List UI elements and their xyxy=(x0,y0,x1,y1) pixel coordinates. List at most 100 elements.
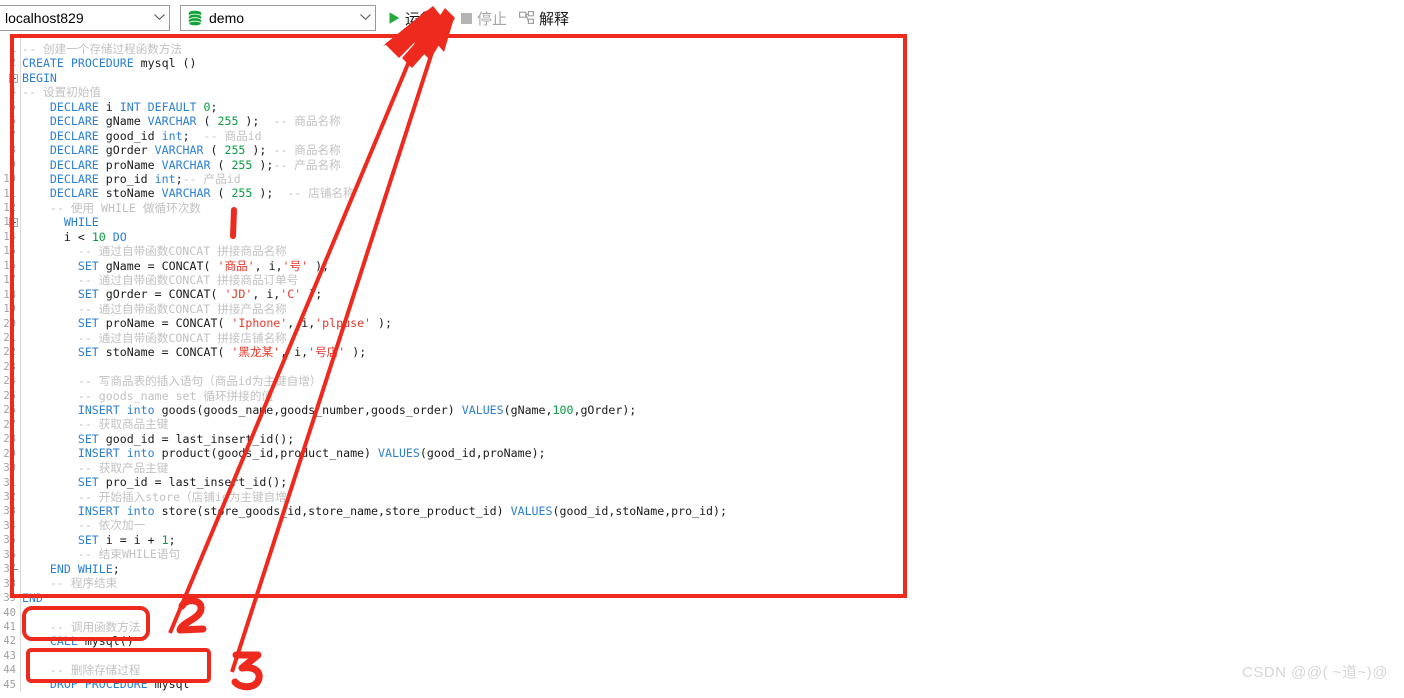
code-line: DECLARE i INT DEFAULT 0; xyxy=(22,100,1404,114)
code-token-cmt: -- 程序结束 xyxy=(49,576,118,591)
database-select[interactable]: demo xyxy=(180,5,376,31)
code-token-id: , i, xyxy=(287,316,316,331)
code-token-id: ); xyxy=(245,143,274,158)
code-token-kw: VARCHAR xyxy=(147,114,197,129)
code-token-cmt: -- 结束WHILE语句 xyxy=(77,547,181,562)
code-token-cmt: -- 产品名称 xyxy=(273,157,341,172)
code-token-kw: int xyxy=(161,128,183,143)
code-line: WHILE xyxy=(22,215,1404,229)
code-line: -- 调用函数方法 xyxy=(22,620,1404,634)
code-line: CREATE PROCEDURE mysql () xyxy=(22,56,1404,70)
chevron-down-icon xyxy=(149,6,169,30)
fold-toggle-icon[interactable] xyxy=(9,73,18,83)
explain-button[interactable]: 解释 xyxy=(517,4,571,32)
code-token-id: stoName = CONCAT( xyxy=(98,345,232,360)
code-token-kw: WHILE xyxy=(63,215,99,230)
line-number: 15 xyxy=(3,245,16,258)
line-number: 38 xyxy=(3,577,16,590)
code-token-id: ( xyxy=(203,143,225,158)
code-token-id: ; xyxy=(175,171,183,186)
code-token-id: ,gOrder); xyxy=(573,402,637,417)
code-token-id: mysql xyxy=(147,677,190,692)
run-dropdown-toggle[interactable] xyxy=(442,13,451,23)
code-line: END WHILE; xyxy=(22,562,1404,576)
code-token-cmt: -- 通过自带函数CONCAT 拼接商品名称 xyxy=(77,244,287,259)
code-line: -- 通过自带函数CONCAT 拼接商品名称 xyxy=(22,244,1404,258)
line-number: 10 xyxy=(3,173,16,186)
code-line: -- 开始插入store（店铺id为主键自增） xyxy=(22,490,1404,504)
code-token-cmt: -- 设置初始值 xyxy=(22,85,101,100)
code-token-id: gOrder = CONCAT( xyxy=(98,287,225,302)
code-token-id: , i, xyxy=(252,287,281,302)
code-line: INSERT into goods(goods_name,goods_numbe… xyxy=(22,403,1404,417)
code-token-id: ; xyxy=(210,99,218,114)
line-number: 17 xyxy=(3,274,16,287)
code-line: SET i = i + 1; xyxy=(22,533,1404,547)
database-icon xyxy=(187,10,203,27)
fold-end-icon xyxy=(12,569,18,571)
code-token-id: (gName, xyxy=(503,402,553,417)
line-number: 5 xyxy=(9,100,16,113)
code-token-kw: DO xyxy=(105,229,127,244)
code-token-cmt: -- 通过自带函数CONCAT 拼接店铺名称 xyxy=(77,330,287,345)
code-token-id: gName = CONCAT( xyxy=(98,258,218,273)
code-token-kw: int xyxy=(154,171,176,186)
code-token-cmt: -- 开始插入store（店铺id为主键自增） xyxy=(77,489,299,504)
chevron-down-icon xyxy=(355,6,375,30)
run-button-label: 运行 xyxy=(405,10,436,28)
line-number: 45 xyxy=(3,678,16,691)
code-token-kw: SET xyxy=(77,345,99,360)
line-number: 14 xyxy=(3,230,16,243)
code-token-id: good_id xyxy=(98,128,162,143)
code-token-num: 255 xyxy=(231,186,253,201)
host-select[interactable]: localhost829 xyxy=(0,5,170,31)
code-token-str: 'Iphone' xyxy=(231,316,288,331)
code-token-kw: DECLARE xyxy=(49,171,99,186)
code-token-id: store(store_goods_id,store_name,store_pr… xyxy=(154,504,511,518)
code-line: DROP PROCEDURE mysql xyxy=(22,677,1404,691)
code-token-kw: DECLARE xyxy=(49,186,99,201)
line-number: 40 xyxy=(3,606,16,619)
code-token-num: 100 xyxy=(552,402,574,417)
code-line: -- 通过自带函数CONCAT 拼接商品订单号 xyxy=(22,273,1404,287)
code-token-id: product(goods_id,product_name) xyxy=(154,446,378,461)
code-token-kw: DECLARE xyxy=(49,143,99,158)
line-number: 43 xyxy=(3,649,16,662)
code-line: SET pro_id = last_insert_id(); xyxy=(22,475,1404,489)
code-token-kw: SET xyxy=(77,287,99,302)
line-number: 44 xyxy=(3,664,16,677)
code-token-cmt: -- 获取商品主键 xyxy=(77,417,169,432)
line-number: 21 xyxy=(3,332,16,344)
code-token-str: '号店' xyxy=(308,345,346,360)
line-number: 31 xyxy=(3,476,16,489)
code-token-id: ); xyxy=(252,186,288,201)
stop-button[interactable]: 停止 xyxy=(459,4,509,32)
code-token-cmt: -- goods_name set 循环拼接的值 xyxy=(77,388,274,403)
code-line: DECLARE good_id int; -- 商品id xyxy=(22,129,1404,143)
line-number: 34 xyxy=(3,519,16,532)
code-line: END xyxy=(22,591,1404,605)
code-line: DECLARE gOrder VARCHAR ( 255 ); -- 商品名称 xyxy=(22,143,1404,157)
code-content[interactable]: -- 创建一个存储过程函数方法 CREATE PROCEDURE mysql ()… xyxy=(22,36,1404,698)
run-button[interactable]: 运行 xyxy=(384,4,437,32)
line-number: 22 xyxy=(3,346,16,359)
code-token-cmt: -- 通过自带函数CONCAT 拼接产品名称 xyxy=(77,301,287,316)
line-number: 6 xyxy=(9,115,16,128)
code-token-kw: DECLARE xyxy=(49,128,99,143)
code-token-id: proName = CONCAT( xyxy=(98,316,232,331)
code-line: DECLARE proName VARCHAR ( 255 );-- 产品名称 xyxy=(22,158,1404,172)
code-token-str: '商品' xyxy=(217,258,255,273)
code-token-id: ); xyxy=(301,287,323,302)
explain-button-label: 解释 xyxy=(539,10,570,28)
fold-toggle-icon[interactable] xyxy=(9,218,18,228)
toolbar: localhost829 demo 运行 停止 解释 xyxy=(0,0,1404,36)
code-token-cmt: -- 商品id xyxy=(203,128,262,143)
code-token-kw: SET xyxy=(77,475,99,490)
code-token-id: good_id = last_insert_id(); xyxy=(98,431,295,446)
line-number: 24 xyxy=(3,375,16,388)
code-line: -- 获取商品主键 xyxy=(22,417,1404,431)
sql-editor[interactable]: 1234567891011121314151617181920212223242… xyxy=(0,36,1404,692)
code-token-kw: VARCHAR xyxy=(161,186,211,201)
code-token-kw: VALUES xyxy=(510,504,553,518)
